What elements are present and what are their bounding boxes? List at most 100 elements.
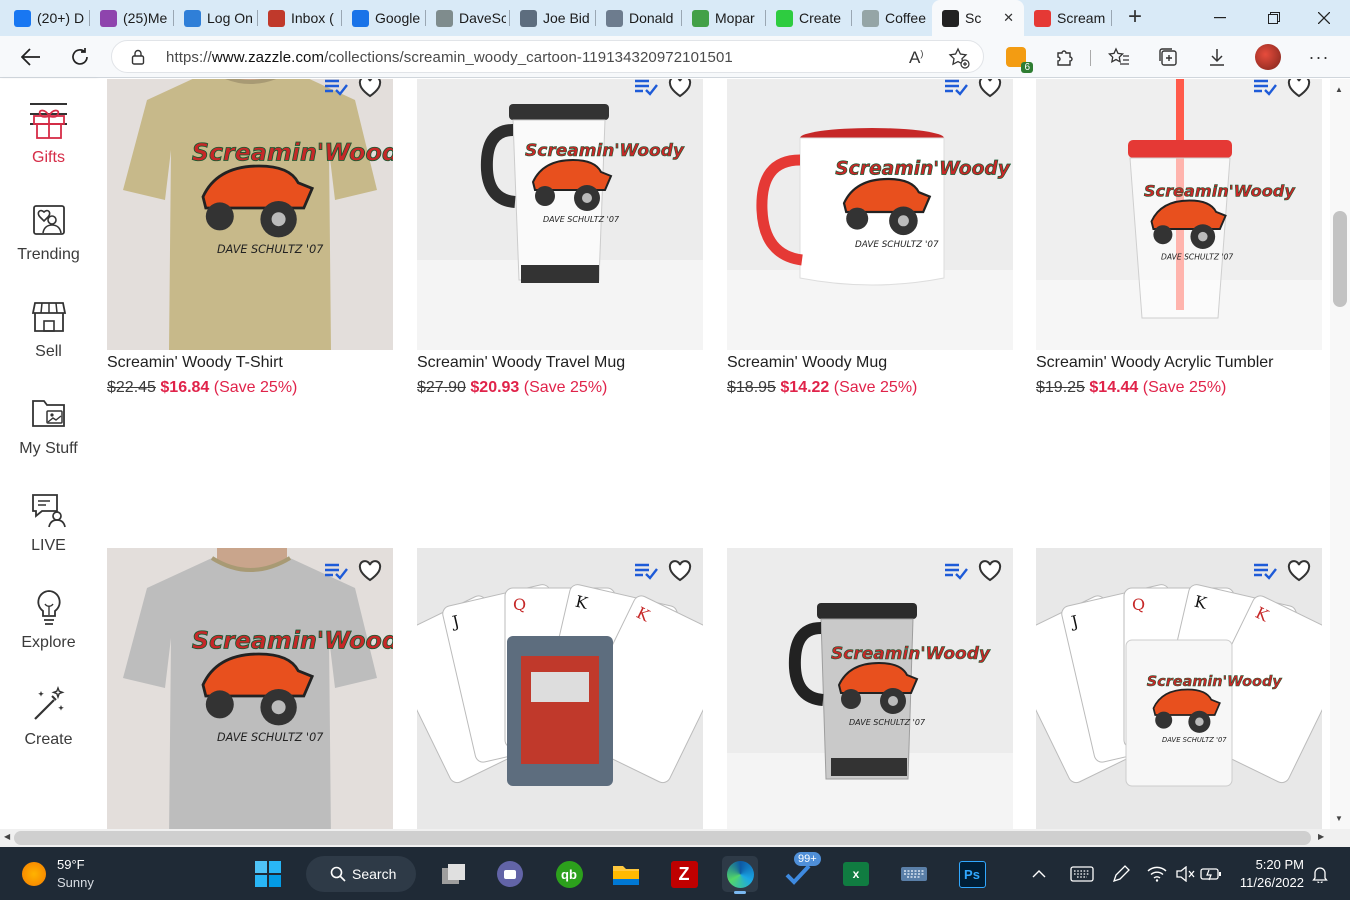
add-to-list-icon[interactable] bbox=[944, 562, 968, 585]
add-to-list-icon[interactable] bbox=[944, 79, 968, 101]
product-title[interactable]: Screamin' Woody Travel Mug bbox=[417, 354, 625, 372]
red-handle-mug-icon[interactable]: Screamin'Woody DAVE SCHULTZ '07 bbox=[727, 79, 1013, 350]
product-title[interactable]: Screamin' Woody T-Shirt bbox=[107, 354, 283, 372]
profile-avatar[interactable] bbox=[1253, 42, 1283, 72]
sidebar-item-live[interactable]: LIVE bbox=[0, 488, 97, 555]
product-card[interactable]: Screamin'Woody DAVE SCHULTZ '07 Screamin… bbox=[1036, 79, 1322, 409]
heart-favorite-icon[interactable] bbox=[978, 560, 1002, 587]
sidebar-item-explore[interactable]: Explore bbox=[0, 585, 97, 652]
back-button[interactable] bbox=[16, 42, 46, 72]
todo-app-icon[interactable]: 99+ bbox=[780, 852, 821, 892]
product-card[interactable]: Screamin'Woody DAVE SCHULTZ '07 bbox=[107, 548, 393, 829]
scroll-down-arrow[interactable]: ▼ bbox=[1335, 814, 1343, 823]
pen-icon[interactable] bbox=[1105, 856, 1137, 892]
browser-tab[interactable]: Coffee bbox=[852, 0, 932, 36]
start-button[interactable] bbox=[250, 856, 286, 892]
notifications-icon[interactable] bbox=[1305, 856, 1335, 892]
heart-favorite-icon[interactable] bbox=[358, 79, 382, 103]
favorites-icon[interactable] bbox=[1104, 42, 1134, 72]
touch-keyboard-app-icon[interactable] bbox=[896, 856, 932, 892]
product-card[interactable]: KJQKK Screamin'Woody DAVE SCHULTZ '07 bbox=[1036, 548, 1322, 829]
read-aloud-icon[interactable]: A) bbox=[909, 48, 923, 68]
collections-icon[interactable] bbox=[1153, 42, 1183, 72]
favorite-add-icon[interactable] bbox=[948, 47, 970, 74]
add-to-list-icon[interactable] bbox=[1253, 562, 1277, 585]
add-to-list-icon[interactable] bbox=[634, 79, 658, 101]
sidebar-item-my-stuff[interactable]: My Stuff bbox=[0, 391, 97, 458]
browser-tab[interactable]: (20+) D bbox=[4, 0, 90, 36]
file-explorer-icon[interactable] bbox=[608, 856, 644, 892]
minimize-button[interactable] bbox=[1208, 9, 1232, 27]
sidebar-item-create[interactable]: Create bbox=[0, 682, 97, 749]
teams-chat-icon[interactable] bbox=[492, 856, 528, 892]
product-title[interactable]: Screamin' Woody Mug bbox=[727, 354, 887, 372]
close-window-button[interactable] bbox=[1312, 9, 1336, 27]
browser-tab[interactable]: Log On bbox=[174, 0, 258, 36]
excel-icon[interactable]: x bbox=[838, 856, 874, 892]
browser-tab[interactable]: DaveSc bbox=[426, 0, 510, 36]
scroll-left-arrow[interactable]: ◀ bbox=[4, 832, 10, 841]
battery-icon[interactable] bbox=[1196, 856, 1226, 892]
add-to-list-icon[interactable] bbox=[324, 562, 348, 585]
browser-tab[interactable]: Joe Bid bbox=[510, 0, 596, 36]
browser-tab[interactable]: Google bbox=[342, 0, 426, 36]
product-card[interactable]: KJQKK bbox=[417, 548, 703, 829]
refresh-button[interactable] bbox=[65, 42, 95, 72]
product-title[interactable]: Screamin' Woody Acrylic Tumbler bbox=[1036, 354, 1274, 372]
quickbooks-icon[interactable]: qb bbox=[551, 856, 587, 892]
edge-browser-icon[interactable] bbox=[722, 856, 758, 894]
browser-tab[interactable]: Inbox ( bbox=[258, 0, 342, 36]
browser-tab[interactable]: Create bbox=[766, 0, 852, 36]
weather-widget[interactable]: 59°F Sunny bbox=[22, 857, 112, 891]
sidebar-item-sell[interactable]: Sell bbox=[0, 294, 97, 361]
url-text[interactable]: https://www.zazzle.com/collections/screa… bbox=[166, 49, 733, 66]
task-view-icon[interactable] bbox=[436, 856, 472, 892]
vertical-scroll-thumb[interactable] bbox=[1333, 211, 1347, 307]
restore-button[interactable] bbox=[1262, 9, 1286, 27]
heart-favorite-icon[interactable] bbox=[1287, 560, 1311, 587]
sidebar-item-gifts[interactable]: Gifts bbox=[0, 100, 97, 167]
sidebar-item-trending[interactable]: Trending bbox=[0, 197, 97, 264]
add-to-list-icon[interactable] bbox=[634, 562, 658, 585]
taskbar-search[interactable]: Search bbox=[306, 856, 416, 892]
steel-travel-mug-icon[interactable]: Screamin'Woody DAVE SCHULTZ '07 bbox=[727, 548, 1013, 829]
close-tab-icon[interactable]: ✕ bbox=[1003, 10, 1014, 26]
browser-tab[interactable]: Donald bbox=[596, 0, 682, 36]
product-card[interactable]: Screamin'Woody DAVE SCHULTZ '07 Screamin… bbox=[417, 79, 703, 409]
grey-tshirt-back-icon[interactable]: Screamin'Woody DAVE SCHULTZ '07 bbox=[107, 548, 393, 829]
heart-favorite-icon[interactable] bbox=[978, 79, 1002, 103]
product-card[interactable]: Screamin'Woody DAVE SCHULTZ '07 Screamin… bbox=[727, 79, 1013, 409]
acrylic-tumbler-icon[interactable]: Screamin'Woody DAVE SCHULTZ '07 bbox=[1036, 79, 1322, 350]
download-icon[interactable] bbox=[1202, 42, 1232, 72]
add-to-list-icon[interactable] bbox=[324, 79, 348, 101]
heart-favorite-icon[interactable] bbox=[358, 560, 382, 587]
extension-icon[interactable]: 6 bbox=[1001, 42, 1033, 73]
tan-tshirt-icon[interactable]: Screamin'Woody DAVE SCHULTZ '07 bbox=[107, 79, 393, 350]
playing-cards-logo-icon[interactable]: KJQKK Screamin'Woody DAVE SCHULTZ '07 bbox=[1036, 548, 1322, 829]
heart-favorite-icon[interactable] bbox=[668, 79, 692, 103]
scroll-up-arrow[interactable]: ▲ bbox=[1335, 85, 1343, 94]
wifi-icon[interactable] bbox=[1142, 856, 1172, 892]
keyboard-icon[interactable] bbox=[1064, 856, 1100, 892]
product-card[interactable]: Screamin'Woody DAVE SCHULTZ '07 Screamin… bbox=[107, 79, 393, 409]
add-to-list-icon[interactable] bbox=[1253, 79, 1277, 101]
filezilla-icon[interactable]: Z bbox=[666, 856, 702, 892]
browser-tab[interactable]: Scream bbox=[1024, 0, 1112, 36]
browser-tab[interactable]: (25)Me bbox=[90, 0, 174, 36]
more-menu-icon[interactable]: ··· bbox=[1304, 42, 1334, 72]
lock-icon[interactable] bbox=[131, 49, 145, 70]
clock[interactable]: 5:20 PM 11/26/2022 bbox=[1232, 856, 1304, 892]
vertical-scrollbar[interactable]: ▲ ▼ bbox=[1330, 79, 1350, 829]
heart-favorite-icon[interactable] bbox=[1287, 79, 1311, 103]
playing-cards-photo-icon[interactable]: KJQKK bbox=[417, 548, 703, 829]
browser-tab[interactable]: Mopar bbox=[682, 0, 766, 36]
new-tab-button[interactable]: + bbox=[1122, 5, 1148, 31]
horizontal-scroll-thumb[interactable] bbox=[14, 831, 1311, 845]
photoshop-icon[interactable]: Ps bbox=[954, 856, 990, 892]
scroll-right-arrow[interactable]: ▶ bbox=[1318, 832, 1324, 841]
browser-tab[interactable]: Sc ✕ bbox=[932, 0, 1024, 36]
white-travel-mug-icon[interactable]: Screamin'Woody DAVE SCHULTZ '07 bbox=[417, 79, 703, 350]
show-hidden-icons-chevron[interactable] bbox=[1024, 856, 1054, 892]
extensions-puzzle-icon[interactable] bbox=[1050, 42, 1080, 72]
product-card[interactable]: Screamin'Woody DAVE SCHULTZ '07 bbox=[727, 548, 1013, 829]
